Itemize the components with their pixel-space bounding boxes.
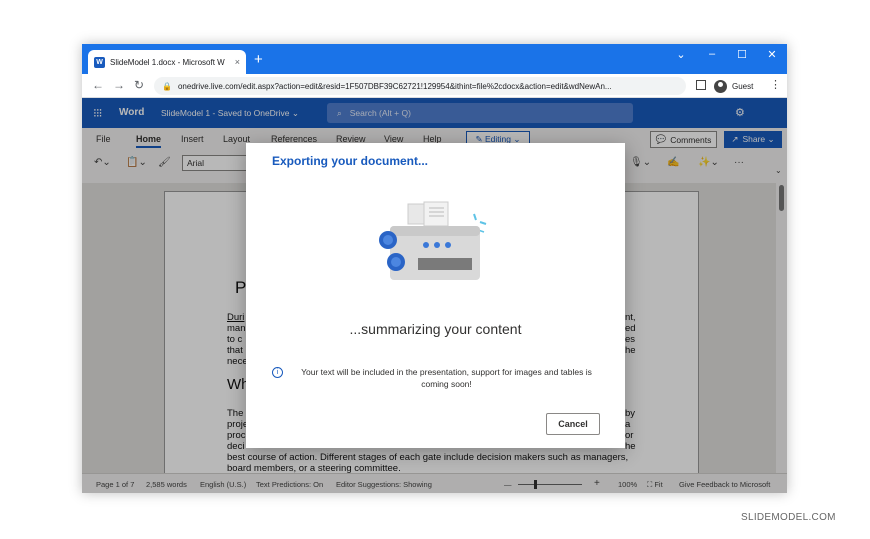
info-icon: i bbox=[272, 367, 283, 378]
browser-tab[interactable]: W SlideModel 1.docx - Microsoft W × bbox=[88, 50, 246, 74]
browser-menu-icon[interactable]: ⋮ bbox=[770, 78, 781, 91]
profile-label: Guest bbox=[732, 81, 754, 91]
export-status-message: ...summarizing your content bbox=[349, 321, 522, 337]
tab-strip: W SlideModel 1.docx - Microsoft W × + ⌄ … bbox=[82, 44, 787, 74]
avatar-icon bbox=[714, 79, 727, 93]
url-field[interactable]: 🔒 onedrive.live.com/edit.aspx?action=edi… bbox=[154, 77, 686, 95]
info-text: Your text will be included in the presen… bbox=[301, 367, 592, 389]
new-tab-button[interactable]: + bbox=[254, 52, 263, 67]
watermark-text: SLIDEMODEL.COM bbox=[741, 512, 836, 523]
profile-button[interactable]: Guest bbox=[714, 78, 753, 94]
tab-search-icon[interactable]: ⌄ bbox=[666, 48, 696, 61]
info-notice: i Your text will be included in the pres… bbox=[272, 366, 602, 390]
close-window-button[interactable]: ✕ bbox=[757, 48, 787, 61]
forward-button[interactable]: → bbox=[113, 78, 125, 92]
tab-title: SlideModel 1.docx - Microsoft W bbox=[110, 57, 225, 67]
lock-icon: 🔒 bbox=[162, 81, 172, 91]
printer-illustration-icon bbox=[379, 201, 487, 280]
side-panel-icon[interactable] bbox=[696, 80, 706, 90]
dialog-title: Exporting your document... bbox=[272, 154, 429, 168]
reload-button[interactable]: ↻ bbox=[134, 78, 144, 92]
maximize-button[interactable]: ☐ bbox=[727, 48, 757, 61]
back-button[interactable]: ← bbox=[92, 78, 104, 92]
address-bar-row: ← → ↻ 🔒 onedrive.live.com/edit.aspx?acti… bbox=[82, 74, 787, 98]
export-dialog: Exporting your document... ...summarizin… bbox=[246, 143, 625, 448]
tab-close-icon[interactable]: × bbox=[235, 57, 240, 67]
url-text: onedrive.live.com/edit.aspx?action=edit&… bbox=[177, 81, 612, 91]
word-icon: W bbox=[94, 56, 105, 68]
minimize-button[interactable]: – bbox=[697, 48, 727, 60]
cancel-button[interactable]: Cancel bbox=[546, 413, 600, 435]
